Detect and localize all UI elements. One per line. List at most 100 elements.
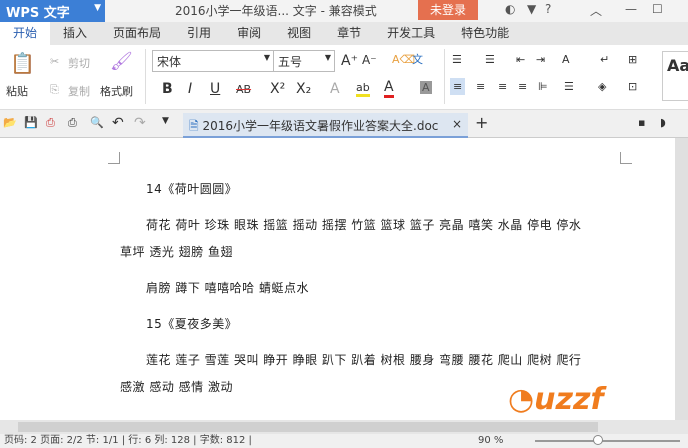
print-icon[interactable]: ⎙ [68,116,77,130]
doc-icon[interactable]: ◗ [660,116,666,129]
horizontal-scrollbar[interactable] [0,420,688,434]
open-icon[interactable]: 📂 [3,116,17,129]
align-center-icon[interactable]: ≡ [476,80,485,93]
chevron-down-icon: ▼ [324,53,331,62]
login-button[interactable]: 未登录 [418,0,478,20]
bullets-icon[interactable]: ☰ [452,53,462,66]
superscript-button[interactable]: X² [270,81,285,97]
align-left-icon[interactable]: ≡ [450,78,466,95]
margin-corner-mark [620,152,632,164]
paragraph: 肩膀 蹲下 嘻嘻哈哈 蜻蜓点水 [146,281,309,295]
save-icon[interactable]: 💾 [24,116,38,129]
cut-button[interactable]: 剪切 [68,55,90,71]
line-spacing-icon[interactable]: ☰ [564,80,574,93]
justify-icon[interactable]: ≡ [518,80,527,93]
subscript-button[interactable]: X₂ [296,81,311,97]
format-painter-icon: 🖌 [110,51,133,72]
export-pdf-icon[interactable]: ⎙ [46,116,55,130]
borders-icon[interactable]: ⊡ [628,80,637,93]
distributed-icon[interactable]: ⊫ [538,80,548,93]
tab-insert[interactable]: 插入 [50,22,100,45]
shading-icon[interactable]: ◈ [598,80,606,93]
document-page[interactable]: 14《荷叶圆圆》 荷花 荷叶 珍珠 眼珠 摇篮 摇动 摇摆 竹篮 篮球 篮子 亮… [0,138,675,420]
watermark-logo: ◔uzzf [508,382,604,417]
tab-page-layout[interactable]: 页面布局 [100,22,174,45]
collapse-ribbon-icon[interactable]: ︿ [590,2,602,19]
status-text: 页码: 2 页面: 2/2 节: 1/1 | 行: 6 列: 128 | 字数:… [4,435,252,446]
heading-paragraph: 14《荷叶圆圆》 [146,182,238,196]
highlight-icon[interactable]: ab [356,81,370,97]
tab-home[interactable]: 开始 [0,22,51,45]
style-preview[interactable]: Aa [662,51,688,101]
tab-developer[interactable]: 开发工具 [374,22,448,45]
customize-icon[interactable]: ▼ [162,116,169,126]
tab-section[interactable]: 章节 [324,22,374,45]
undo-icon[interactable]: ↶ [112,115,124,131]
decrease-indent-icon[interactable]: ⇤ [516,53,525,66]
show-marks-icon[interactable]: ↵ [600,53,609,66]
pinyin-icon[interactable]: 文 [412,51,423,67]
paragraph: 莲花 莲子 雪莲 哭叫 睁开 睁眼 趴下 趴着 树根 腰身 弯腰 腰花 爬山 爬… [146,353,582,367]
paragraph: 荷花 荷叶 珍珠 眼珠 摇篮 摇动 摇摆 竹篮 篮球 篮子 亮晶 嘻笑 水晶 停… [146,218,582,232]
vertical-scrollbar[interactable] [675,138,688,420]
chevron-down-icon: ▼ [263,53,270,62]
underline-button[interactable]: U [210,81,220,97]
app-menu-label: WPS 文字 [6,6,70,21]
font-color-icon[interactable]: A [384,79,394,98]
zoom-level[interactable]: 90 % [478,434,503,448]
paste-button[interactable]: 粘贴 [6,83,28,99]
strikethrough-button[interactable]: AB [236,83,251,96]
font-name-select[interactable]: 宋体 ▼ [152,50,274,72]
document-tab[interactable]: 🗎 2016小学一年级语文暑假作业答案大全.doc × [183,113,468,138]
maximize-icon[interactable]: ☐ [652,2,663,16]
tab-review[interactable]: 审阅 [224,22,274,45]
window-title: 2016小学一年级语... 文字 - 兼容模式 [175,4,377,18]
help-icon[interactable]: ? [545,2,551,16]
status-bar: 页码: 2 页面: 2/2 节: 1/1 | 行: 6 列: 128 | 字数:… [0,434,688,448]
paragraph: 草坪 透光 翅膀 鱼翅 [120,245,233,259]
format-painter-button[interactable]: 格式刷 [100,83,133,99]
bold-button[interactable]: B [162,81,173,97]
zoom-slider[interactable] [535,435,680,445]
panel-icon[interactable]: ▪ [638,116,645,129]
table-icon[interactable]: ⊞ [628,53,637,66]
chevron-down-icon: ▼ [94,3,101,13]
print-preview-icon[interactable]: 🔍 [90,116,104,129]
redo-icon[interactable]: ↷ [134,115,146,131]
new-tab-button[interactable]: + [475,113,488,132]
increase-indent-icon[interactable]: ⇥ [536,53,545,66]
ribbon: 📋 粘贴 ✂ 剪切 ⎘ 复制 🖌 格式刷 宋体 ▼ 五号 ▼ A⁺ A⁻ A⌫ 文 … [0,45,688,110]
tab-view[interactable]: 视图 [274,22,324,45]
zoom-slider-handle[interactable] [593,435,603,445]
close-tab-button[interactable]: × [452,117,462,131]
numbering-icon[interactable]: ☰ [485,53,495,66]
ribbon-tabs: 开始 插入 页面布局 引用 审阅 视图 章节 开发工具 特色功能 [0,22,688,45]
shirt-icon[interactable]: ▼ [527,2,536,16]
copy-icon: ⎘ [50,83,59,96]
skin-icon[interactable]: ◐ [505,2,515,16]
font-size-select[interactable]: 五号 ▼ [273,50,335,72]
tab-features[interactable]: 特色功能 [448,22,522,45]
paste-icon[interactable]: 📋 [10,51,35,75]
copy-button[interactable]: 复制 [68,83,90,99]
heading-paragraph: 15《夏夜多美》 [146,317,238,331]
wps-menu-button[interactable]: WPS 文字 ▼ [0,0,105,22]
tab-references[interactable]: 引用 [174,22,224,45]
cut-icon: ✂ [50,55,60,68]
char-shading-icon[interactable]: A [420,81,432,94]
minimize-icon[interactable]: — [625,2,637,16]
font-name-value: 宋体 [157,55,182,69]
document-tab-name: 2016小学一年级语文暑假作业答案大全.doc [202,119,439,133]
divider [145,49,146,104]
word-doc-icon: 🗎 [189,119,199,133]
align-right-icon[interactable]: ≡ [498,80,507,93]
margin-corner-mark [108,152,120,164]
text-effect-icon[interactable]: A [330,81,340,97]
italic-button[interactable]: I [188,81,192,97]
font-size-value: 五号 [278,55,303,69]
grow-font-icon[interactable]: A⁺ [341,53,358,69]
scrollbar-thumb[interactable] [18,422,598,432]
divider [444,49,445,104]
text-direction-icon[interactable]: A [562,53,570,66]
shrink-font-icon[interactable]: A⁻ [362,53,377,67]
